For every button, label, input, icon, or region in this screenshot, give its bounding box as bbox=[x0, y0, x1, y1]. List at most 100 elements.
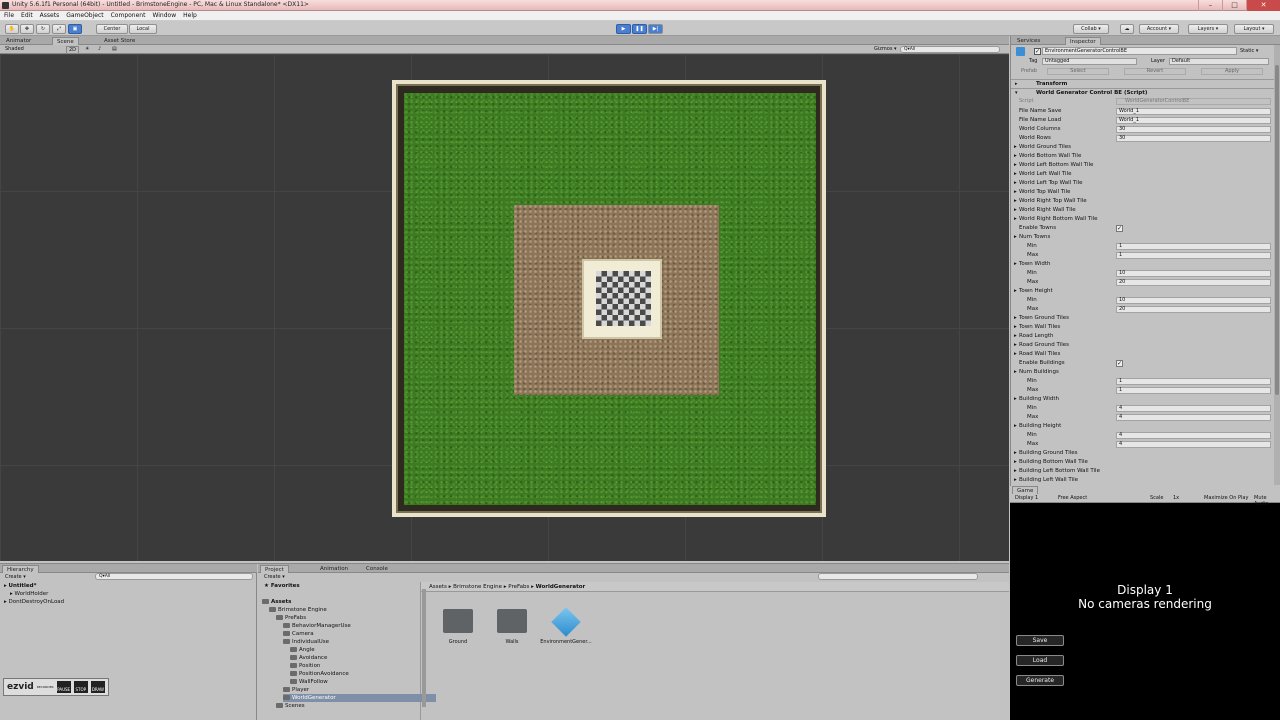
breadcrumb-prefabs[interactable]: PreFabs bbox=[508, 584, 529, 590]
foldout-arrow-icon[interactable]: ▸ bbox=[1014, 395, 1017, 404]
foldout-arrow-icon[interactable]: ▸ bbox=[1014, 341, 1017, 350]
audio-icon[interactable]: ♪ bbox=[98, 46, 101, 52]
generate-button[interactable]: Generate bbox=[1016, 675, 1064, 686]
tab-console[interactable]: Console bbox=[362, 565, 392, 573]
inspector-field-input[interactable]: 1 bbox=[1116, 243, 1271, 250]
shading-mode-dropdown[interactable]: Shaded bbox=[5, 46, 24, 52]
recorder-draw-button[interactable]: DRAW bbox=[90, 681, 105, 693]
recorder-pause-button[interactable]: PAUSE bbox=[56, 681, 71, 693]
scene-search-input[interactable]: Q▾All bbox=[900, 46, 1000, 53]
object-name-field[interactable]: EnvironmentGeneratorControlBE bbox=[1042, 47, 1237, 55]
inspector-field-input[interactable]: 30 bbox=[1116, 135, 1271, 142]
inspector-field-input[interactable]: 1 bbox=[1116, 387, 1271, 394]
tab-hierarchy[interactable]: Hierarchy bbox=[2, 565, 39, 573]
rotate-tool-icon[interactable]: ↻ bbox=[36, 24, 50, 34]
project-tree-item[interactable]: PreFabs bbox=[276, 614, 306, 622]
script-component-header[interactable]: World Generator Control BE (Script) bbox=[1011, 88, 1275, 97]
minimize-icon[interactable]: – bbox=[1198, 0, 1222, 11]
cloud-icon[interactable]: ☁ bbox=[1120, 24, 1134, 34]
foldout-arrow-icon[interactable]: ▸ bbox=[1014, 170, 1017, 179]
tab-project[interactable]: Project bbox=[260, 565, 289, 573]
lighting-icon[interactable]: ☀ bbox=[85, 46, 89, 52]
inspector-field-input[interactable]: World_1 bbox=[1116, 117, 1271, 124]
breadcrumb-assets[interactable]: Assets bbox=[429, 584, 447, 590]
pause-icon[interactable]: ❚❚ bbox=[632, 24, 647, 34]
foldout-arrow-icon[interactable]: ▸ bbox=[1014, 449, 1017, 458]
foldout-arrow-icon[interactable]: ▸ bbox=[1014, 368, 1017, 377]
hierarchy-search-input[interactable]: Q▾All bbox=[95, 573, 253, 580]
hierarchy-create-dropdown[interactable]: Create ▾ bbox=[5, 574, 26, 580]
foldout-arrow-icon[interactable]: ▸ bbox=[1014, 350, 1017, 359]
active-checkbox[interactable]: ✓ bbox=[1034, 48, 1041, 55]
foldout-arrow-icon[interactable]: ▸ bbox=[1014, 287, 1017, 296]
menu-window[interactable]: Window bbox=[152, 11, 176, 20]
foldout-arrow-icon[interactable]: ▸ bbox=[1014, 197, 1017, 206]
layer-dropdown[interactable]: Default bbox=[1169, 58, 1269, 65]
menu-assets[interactable]: Assets bbox=[40, 11, 60, 20]
foldout-arrow-icon[interactable]: ▸ bbox=[1014, 179, 1017, 188]
move-tool-icon[interactable]: ✥ bbox=[20, 24, 34, 34]
foldout-arrow-icon[interactable]: ▸ bbox=[1014, 143, 1017, 152]
rect-tool-icon[interactable]: ▣ bbox=[68, 24, 82, 34]
inspector-field-input[interactable]: 10 bbox=[1116, 297, 1271, 304]
prefab-revert-button[interactable]: Revert bbox=[1124, 68, 1186, 75]
foldout-arrow-icon[interactable]: ▸ bbox=[1014, 161, 1017, 170]
asset-walls-folder[interactable]: Walls bbox=[485, 609, 539, 645]
menu-file[interactable]: File bbox=[4, 11, 14, 20]
inspector-field-input[interactable]: 4 bbox=[1116, 432, 1271, 439]
project-tree-item[interactable]: Camera bbox=[283, 630, 314, 638]
inspector-field-input[interactable]: 30 bbox=[1116, 126, 1271, 133]
inspector-field-input[interactable]: 1 bbox=[1116, 252, 1271, 259]
aspect-dropdown[interactable]: Free Aspect bbox=[1058, 495, 1087, 501]
tab-scene[interactable]: Scene bbox=[52, 37, 79, 45]
script-field[interactable]: WorldGeneratorControlBE bbox=[1116, 98, 1271, 105]
project-tree-item[interactable]: Position bbox=[290, 662, 320, 670]
project-tree-item[interactable]: Brimstone Engine bbox=[269, 606, 327, 614]
prefab-apply-button[interactable]: Apply bbox=[1201, 68, 1263, 75]
project-search-input[interactable] bbox=[818, 573, 978, 580]
foldout-arrow-icon[interactable]: ▸ bbox=[1014, 467, 1017, 476]
foldout-arrow-icon[interactable]: ▸ bbox=[1015, 81, 1018, 87]
inspector-field-input[interactable]: 10 bbox=[1116, 270, 1271, 277]
pivot-local-button[interactable]: Local bbox=[129, 24, 157, 34]
project-tree-item[interactable]: WallFollow bbox=[290, 678, 328, 686]
transform-header[interactable]: Transform bbox=[1011, 79, 1275, 88]
play-icon[interactable]: ▶ bbox=[616, 24, 631, 34]
load-button[interactable]: Load bbox=[1016, 655, 1064, 666]
inspector-field-input[interactable]: 1 bbox=[1116, 378, 1271, 385]
foldout-arrow-icon[interactable]: ▸ bbox=[1014, 323, 1017, 332]
project-tree-item[interactable]: Angle bbox=[290, 646, 315, 654]
recorder-stop-button[interactable]: STOP bbox=[73, 681, 88, 693]
breadcrumb-worldgenerator[interactable]: WorldGenerator bbox=[536, 584, 586, 590]
foldout-arrow-icon[interactable]: ▸ bbox=[1014, 215, 1017, 224]
layers-button[interactable]: Layers ▾ bbox=[1188, 24, 1228, 34]
project-create-dropdown[interactable]: Create ▾ bbox=[264, 574, 285, 580]
project-tree-item[interactable]: Scenes bbox=[276, 702, 305, 710]
layout-button[interactable]: Layout ▾ bbox=[1234, 24, 1274, 34]
favorites-header[interactable]: ★ Favorites bbox=[264, 582, 300, 590]
hand-tool-icon[interactable]: ✋ bbox=[5, 24, 19, 34]
foldout-arrow-icon[interactable]: ▸ bbox=[1014, 233, 1017, 242]
tab-game[interactable]: Game bbox=[1012, 486, 1039, 494]
display-dropdown[interactable]: Display 1 bbox=[1015, 495, 1038, 501]
scale-value[interactable]: 1x bbox=[1173, 495, 1179, 501]
inspector-field-input[interactable]: 4 bbox=[1116, 405, 1271, 412]
inspector-checkbox[interactable]: ✓ bbox=[1116, 360, 1123, 367]
tab-animation[interactable]: Animation bbox=[316, 565, 352, 573]
project-scrollbar[interactable] bbox=[422, 589, 426, 707]
toggle-2d-button[interactable]: 2D bbox=[66, 46, 80, 54]
foldout-arrow-icon[interactable]: ▸ bbox=[1014, 332, 1017, 341]
inspector-checkbox[interactable]: ✓ bbox=[1116, 225, 1123, 232]
project-tree-item[interactable]: WorldGenerator bbox=[283, 694, 436, 702]
project-tree-item[interactable]: BehaviorManagerUse bbox=[283, 622, 351, 630]
inspector-scrollbar[interactable] bbox=[1274, 45, 1280, 485]
step-icon[interactable]: ▶| bbox=[648, 24, 663, 34]
static-dropdown[interactable]: Static ▾ bbox=[1240, 48, 1258, 54]
foldout-arrow-icon[interactable]: ▸ bbox=[1014, 422, 1017, 431]
gizmos-dropdown[interactable]: Gizmos ▾ bbox=[874, 46, 897, 52]
tag-dropdown[interactable]: Untagged bbox=[1042, 58, 1137, 65]
foldout-arrow-icon[interactable]: ▸ bbox=[1014, 314, 1017, 323]
scrollbar-thumb[interactable] bbox=[1275, 65, 1279, 395]
menu-edit[interactable]: Edit bbox=[21, 11, 33, 20]
tab-inspector[interactable]: Inspector bbox=[1065, 37, 1101, 45]
